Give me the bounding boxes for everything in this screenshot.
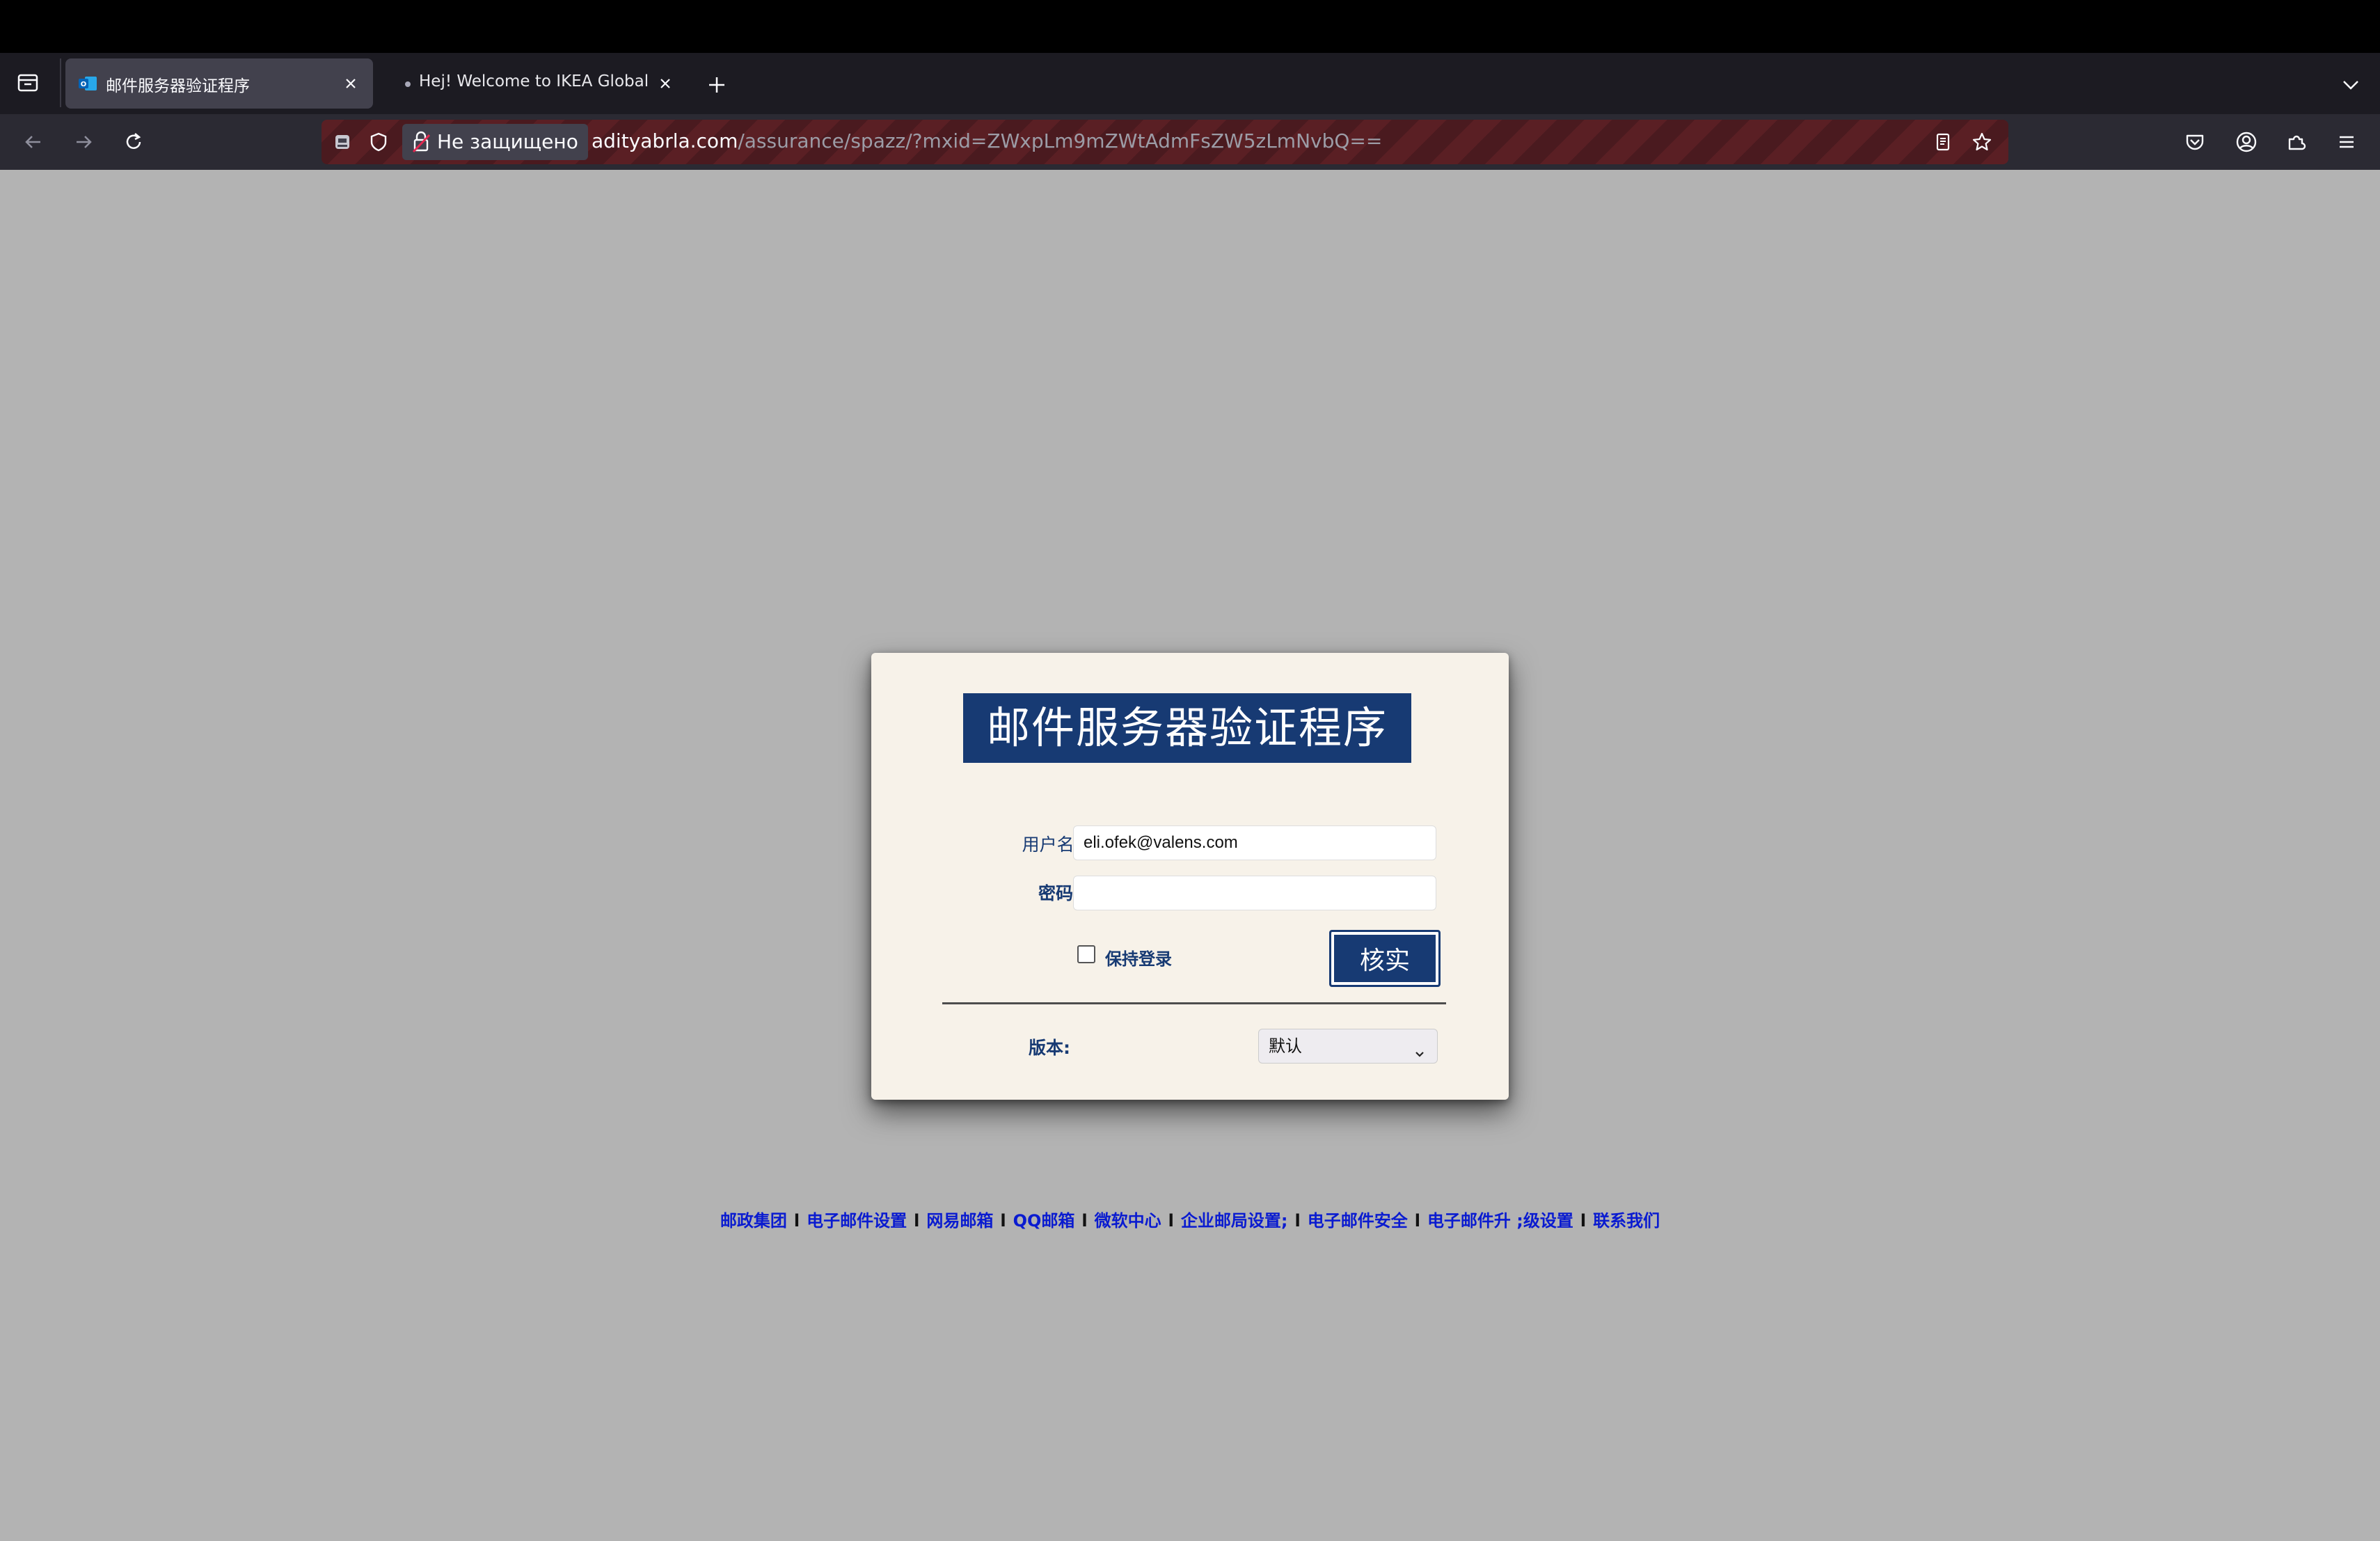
footer-link[interactable]: 微软中心 [1095, 1211, 1161, 1231]
insecure-lock-icon [411, 129, 431, 155]
tab-ikea[interactable]: Hej! Welcome to IKEA Global [390, 58, 682, 109]
version-select[interactable]: 默认 [1258, 1029, 1438, 1064]
password-input[interactable] [1073, 876, 1436, 910]
private-browsing-icon[interactable] [330, 129, 355, 155]
password-label: 密码: [1038, 883, 1080, 903]
footer-link[interactable]: 电子邮件升 ;级设置 [1427, 1211, 1573, 1231]
svg-text:O: O [81, 81, 87, 88]
tab-mail-verify[interactable]: O 邮件服务器验证程序 [65, 58, 373, 109]
url-path: /assurance/spazz/?mxid=ZWxpLm9mZWtAdmFsZ… [738, 129, 1383, 152]
os-menu-bar [0, 0, 2380, 53]
username-input[interactable] [1073, 825, 1436, 860]
address-bar[interactable]: Не защищено adityabrla.com/assurance/spa… [322, 120, 2008, 164]
link-separator: l [1414, 1211, 1420, 1231]
new-tab-icon[interactable] [701, 70, 732, 100]
reload-icon[interactable] [117, 125, 150, 159]
url-text[interactable]: adityabrla.com/assurance/spazz/?mxid=ZWx… [592, 129, 1382, 152]
shield-icon[interactable] [366, 129, 391, 155]
pocket-icon[interactable] [2178, 125, 2212, 159]
reader-view-icon[interactable] [1930, 129, 1955, 155]
extensions-icon[interactable] [2280, 125, 2313, 159]
footer-link[interactable]: QQ邮箱 [1013, 1211, 1075, 1231]
url-host: adityabrla.com [592, 129, 738, 152]
tab-bar: O 邮件服务器验证程序 Hej! Welcome to IKEA Global [0, 53, 2380, 114]
version-selected-value: 默认 [1269, 1036, 1302, 1056]
footer-links: 邮政集团 l 电子邮件设置 l 网易邮箱 l QQ邮箱 l 微软中心 l 企业邮局设置; l 电子邮件安… [0, 1207, 2380, 1231]
link-separator: l [1294, 1211, 1301, 1231]
menu-icon[interactable] [2330, 125, 2363, 159]
close-tab-icon[interactable] [338, 71, 363, 96]
tab-separator [60, 58, 61, 107]
version-label: 版本: [1029, 1038, 1070, 1058]
tab-unread-dot [405, 81, 411, 87]
link-separator: l [1168, 1211, 1174, 1231]
account-icon[interactable] [2230, 125, 2263, 159]
bookmark-star-icon[interactable] [1969, 129, 1994, 155]
keep-signed-in-label[interactable]: 保持登录 [1105, 945, 1172, 970]
back-icon[interactable] [17, 125, 50, 159]
outlook-icon: O [78, 75, 97, 92]
link-separator: l [793, 1211, 800, 1231]
link-separator: l [1081, 1211, 1088, 1231]
not-secure-label: Не защищено [437, 130, 578, 153]
link-separator: l [1580, 1211, 1587, 1231]
page-title: 邮件服务器验证程序 [963, 693, 1411, 763]
link-separator: l [914, 1211, 920, 1231]
footer-link[interactable]: 电子邮件设置 [807, 1211, 907, 1231]
username-label: 用户名: [1022, 835, 1080, 855]
chevron-down-icon[interactable] [2335, 70, 2366, 100]
close-tab-icon[interactable] [653, 71, 678, 96]
footer-link[interactable]: 邮政集团 [720, 1211, 787, 1231]
link-separator: l [1000, 1211, 1006, 1231]
verify-button[interactable]: 核实 [1329, 930, 1441, 987]
keep-signed-in-checkbox[interactable] [1077, 945, 1095, 963]
footer-link[interactable]: 企业邮局设置; [1181, 1211, 1288, 1231]
forward-icon[interactable] [67, 125, 100, 159]
tab-title: 邮件服务器验证程序 [106, 77, 250, 95]
tab-title: Hej! Welcome to IKEA Global [419, 72, 649, 90]
footer-link[interactable]: 电子邮件安全 [1308, 1211, 1408, 1231]
tab-overview-icon[interactable] [13, 67, 43, 97]
footer-link[interactable]: 网易邮箱 [926, 1211, 993, 1231]
divider [942, 1002, 1446, 1004]
login-card: 邮件服务器验证程序 用户名: 密码: 保持登录 核实 版本: 默认 [871, 653, 1509, 1100]
chevron-down-icon [1412, 1039, 1427, 1057]
not-secure-badge[interactable]: Не защищено [402, 124, 588, 160]
footer-link[interactable]: 联系我们 [1593, 1211, 1660, 1231]
